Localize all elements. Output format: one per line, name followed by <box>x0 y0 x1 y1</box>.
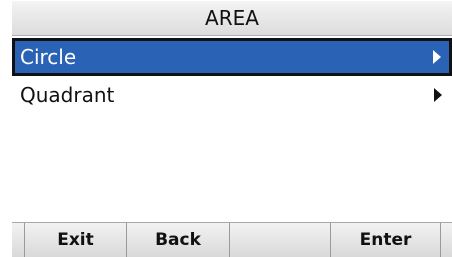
menu-item-circle[interactable]: Circle <box>12 38 452 76</box>
menu-item-quadrant[interactable]: Quadrant <box>12 76 452 114</box>
submenu-arrow-icon <box>434 88 442 102</box>
device-screen: AREA Circle Quadrant Exit Back Enter <box>0 0 452 257</box>
softkey-left-edge <box>12 223 24 257</box>
enter-softkey[interactable]: Enter <box>330 223 440 257</box>
screen-title: AREA <box>12 1 452 36</box>
blank-softkey[interactable] <box>229 223 330 257</box>
exit-softkey[interactable]: Exit <box>24 223 126 257</box>
menu-list: Circle Quadrant <box>12 36 452 114</box>
back-softkey[interactable]: Back <box>126 223 229 257</box>
menu-item-label: Circle <box>20 45 77 69</box>
menu-item-label: Quadrant <box>20 83 115 107</box>
softkey-bar: Exit Back Enter <box>12 222 452 257</box>
softkey-right-edge <box>440 223 452 257</box>
submenu-arrow-icon <box>433 50 441 64</box>
